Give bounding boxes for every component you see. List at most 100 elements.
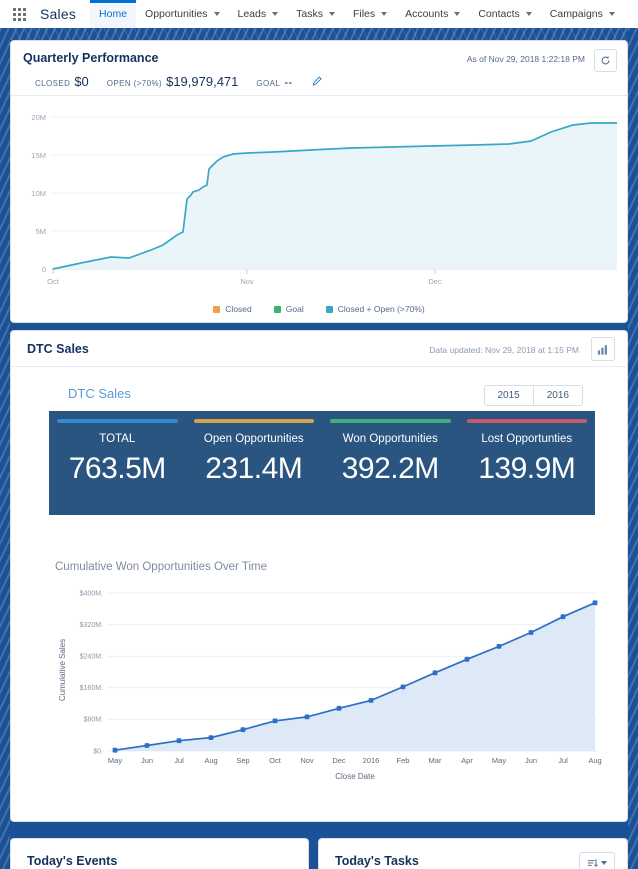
svg-text:$80M.: $80M. xyxy=(84,717,104,724)
divider xyxy=(11,95,627,96)
svg-text:$400M.: $400M. xyxy=(80,591,103,598)
global-navigation-bar: Sales Home Opportunities Leads Tasks Fil… xyxy=(0,0,638,28)
legend-swatch-icon xyxy=(213,305,221,313)
app-name: Sales xyxy=(40,6,77,22)
legend-item-closed[interactable]: Closed xyxy=(213,304,252,314)
svg-text:Aug: Aug xyxy=(204,756,217,765)
svg-text:Aug: Aug xyxy=(588,756,601,765)
refresh-icon[interactable] xyxy=(594,49,617,72)
year-button-2016[interactable]: 2016 xyxy=(532,386,582,405)
svg-text:Mar: Mar xyxy=(429,756,442,765)
dtc-widget-title: DTC Sales xyxy=(68,386,131,401)
kpi-label: Won Opportunities xyxy=(342,433,438,445)
svg-text:15M: 15M xyxy=(31,151,46,160)
svg-text:$160M.: $160M. xyxy=(80,685,103,692)
nav-item-campaigns[interactable]: Campaigns xyxy=(541,0,624,28)
nav-item-label: Contacts xyxy=(478,8,520,20)
svg-text:0: 0 xyxy=(42,265,46,274)
decorative-left-strip xyxy=(0,28,10,869)
quarterly-performance-chart: 20M 15M 10M 5M 0 Oct Nov Dec xyxy=(31,113,617,286)
svg-text:Nov: Nov xyxy=(240,277,254,286)
svg-text:Jul: Jul xyxy=(558,756,568,765)
chevron-down-icon xyxy=(525,12,532,16)
quarterly-chart-legend: Closed Goal Closed + Open (>70%) xyxy=(11,304,627,314)
svg-text:Dec: Dec xyxy=(428,277,442,286)
year-toggle-group: 2015 2016 xyxy=(483,385,583,406)
bar-chart-icon[interactable] xyxy=(591,337,615,361)
svg-text:Cumulative Sales: Cumulative Sales xyxy=(58,639,67,701)
nav-item-label: Home xyxy=(99,8,128,20)
app-root: Sales Home Opportunities Leads Tasks Fil… xyxy=(0,0,638,869)
chevron-down-icon xyxy=(601,861,607,865)
svg-text:Oct: Oct xyxy=(269,756,282,765)
svg-text:$320M.: $320M. xyxy=(80,622,103,629)
kpi-value: 392.2M xyxy=(341,452,440,485)
svg-text:10M: 10M xyxy=(31,189,46,198)
nav-item-tasks[interactable]: Tasks xyxy=(287,0,344,28)
kpi-lost-opportunities[interactable]: Lost Opportunties 139.9M xyxy=(459,411,596,515)
quarterly-metrics: CLOSED $0 OPEN (>70%) $19,979,471 GOAL -… xyxy=(23,65,615,91)
metric-label-open: OPEN (>70%) xyxy=(106,79,163,88)
metric-label-closed: CLOSED xyxy=(35,79,71,88)
nav-item-accounts[interactable]: Accounts xyxy=(396,0,469,28)
kpi-accent-bar xyxy=(193,419,314,423)
kpi-open-opportunities[interactable]: Open Opportunities 231.4M xyxy=(186,411,323,515)
svg-text:2016: 2016 xyxy=(363,756,380,765)
kpi-value: 139.9M xyxy=(478,452,576,485)
nav-item-files[interactable]: Files xyxy=(344,0,396,28)
metric-value-closed: $0 xyxy=(74,74,89,89)
kpi-total[interactable]: TOTAL 763.5M xyxy=(49,411,186,515)
todays-events-card: Today's Events xyxy=(10,838,309,869)
kpi-label: TOTAL xyxy=(99,433,136,445)
cumulative-won-opportunities-chart: $400M. $320M. $240M. $160M. $80M. $0. Cu… xyxy=(58,589,602,781)
svg-text:Jul: Jul xyxy=(174,756,184,765)
legend-label: Closed + Open (>70%) xyxy=(337,304,425,314)
legend-item-goal[interactable]: Goal xyxy=(273,304,304,314)
kpi-accent-bar xyxy=(57,419,178,423)
nav-item-opportunities[interactable]: Opportunities xyxy=(136,0,228,28)
data-updated-timestamp: Data updated: Nov 29, 2018 at 1:15 PM xyxy=(429,345,579,355)
svg-text:May: May xyxy=(492,756,506,765)
chevron-down-icon xyxy=(454,12,461,16)
dtc-sales-title: DTC Sales xyxy=(27,342,89,356)
nav-item-contacts[interactable]: Contacts xyxy=(469,0,540,28)
todays-tasks-title: Today's Tasks xyxy=(335,854,419,868)
nav-item-leads[interactable]: Leads xyxy=(229,0,288,28)
quarterly-performance-card: Quarterly Performance As of Nov 29, 2018… xyxy=(10,40,628,323)
legend-item-closed-plus-open[interactable]: Closed + Open (>70%) xyxy=(325,304,425,314)
kpi-accent-bar xyxy=(466,419,587,423)
as-of-timestamp: As of Nov 29, 2018 1:22:18 PM xyxy=(466,54,585,64)
metric-value-goal: -- xyxy=(284,75,293,89)
cumulative-chart-title: Cumulative Won Opportunities Over Time xyxy=(55,561,267,573)
legend-swatch-icon xyxy=(273,305,281,313)
nav-item-label: Campaigns xyxy=(549,8,603,20)
svg-text:Nov: Nov xyxy=(300,756,314,765)
legend-label: Goal xyxy=(285,304,304,314)
svg-text:20M: 20M xyxy=(31,113,46,122)
svg-text:$240M.: $240M. xyxy=(80,654,103,661)
nav-item-home[interactable]: Home xyxy=(90,0,137,28)
kpi-won-opportunities[interactable]: Won Opportunities 392.2M xyxy=(322,411,459,515)
legend-label: Closed xyxy=(225,304,252,314)
svg-text:Close Date: Close Date xyxy=(335,772,375,781)
legend-swatch-icon xyxy=(325,305,333,313)
app-launcher-grid-icon[interactable] xyxy=(8,3,30,25)
chevron-down-icon xyxy=(213,12,220,16)
tasks-sort-control[interactable] xyxy=(579,852,615,869)
quarterly-area-fill xyxy=(53,123,617,269)
svg-text:Jun: Jun xyxy=(525,756,537,765)
dtc-sales-header: DTC Sales Data updated: Nov 29, 2018 at … xyxy=(11,331,627,367)
nav-item-label: Leads xyxy=(237,8,267,20)
svg-text:Apr: Apr xyxy=(461,756,473,765)
quarterly-header: Quarterly Performance As of Nov 29, 2018… xyxy=(11,41,627,96)
chevron-down-icon xyxy=(608,12,615,16)
todays-tasks-card: Today's Tasks xyxy=(318,838,628,869)
kpi-band: TOTAL 763.5M Open Opportunities 231.4M W… xyxy=(49,411,595,515)
pencil-icon[interactable] xyxy=(312,73,322,91)
svg-text:$0.: $0. xyxy=(93,749,103,756)
decorative-header-band xyxy=(0,28,638,40)
nav-item-label: Files xyxy=(352,8,376,20)
kpi-accent-bar xyxy=(330,419,451,423)
svg-text:Dec: Dec xyxy=(332,756,346,765)
year-button-2015[interactable]: 2015 xyxy=(484,386,533,405)
